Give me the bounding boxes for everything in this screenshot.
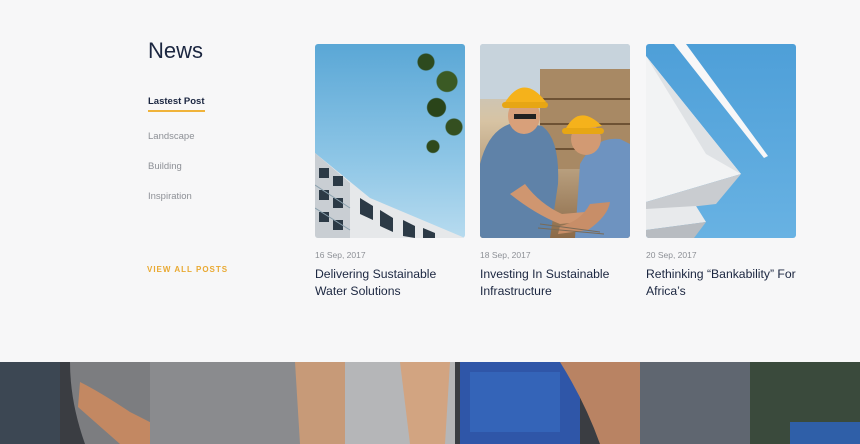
section-title: News	[148, 38, 204, 63]
post-image-workers[interactable]	[480, 44, 630, 238]
category-inspiration[interactable]: Inspiration	[148, 191, 205, 202]
category-lastest-post[interactable]: Lastest Post	[148, 96, 205, 112]
post-date: 16 Sep, 2017	[315, 250, 366, 260]
post-title[interactable]: Investing In Sustainable Infrastructure	[480, 266, 630, 300]
team-hands-illustration	[0, 362, 860, 444]
post-title[interactable]: Delivering Sustainable Water Solutions	[315, 266, 465, 300]
building-illustration	[315, 153, 465, 238]
sail-illustration	[646, 44, 768, 238]
view-all-posts-link[interactable]: VIEW ALL POSTS	[147, 265, 228, 274]
post-date: 18 Sep, 2017	[480, 250, 531, 260]
post-date: 20 Sep, 2017	[646, 250, 697, 260]
workers-illustration	[480, 44, 630, 238]
team-photo-banner	[0, 362, 860, 444]
post-image-building[interactable]	[315, 44, 465, 238]
post-card[interactable]: 18 Sep, 2017 Investing In Sustainable In…	[480, 44, 630, 300]
category-landscape[interactable]: Landscape	[148, 131, 205, 142]
post-card[interactable]: 20 Sep, 2017 Rethinking “Bankability” Fo…	[646, 44, 796, 300]
post-card[interactable]: 16 Sep, 2017 Delivering Sustainable Wate…	[315, 44, 465, 300]
post-image-sail[interactable]	[646, 44, 796, 238]
news-section: News Lastest Post Landscape Building Ins…	[0, 0, 860, 362]
category-building[interactable]: Building	[148, 161, 205, 172]
post-title[interactable]: Rethinking “Bankability” For Africa’s	[646, 266, 796, 300]
category-list: Lastest Post Landscape Building Inspirat…	[148, 91, 205, 221]
